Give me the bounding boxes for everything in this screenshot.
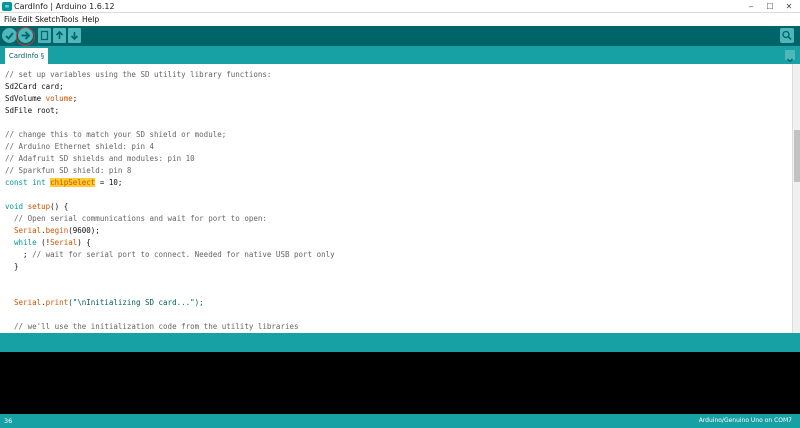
- minimize-icon[interactable]: ‒: [742, 0, 760, 13]
- verify-icon: [5, 32, 14, 40]
- console-output: [0, 352, 800, 414]
- board-port: Arduino/Genuino Uno on COM7: [698, 417, 792, 424]
- code-editor[interactable]: // set up variables using the SD utility…: [0, 64, 792, 333]
- tab-menu-button[interactable]: [785, 50, 795, 63]
- tab-cardinfo[interactable]: CardInfo §: [5, 48, 48, 64]
- editor-scrollbar[interactable]: [792, 64, 800, 333]
- scrollbar-thumb[interactable]: [794, 130, 800, 182]
- close-icon[interactable]: ✕: [780, 0, 798, 13]
- status-bar: 36 Arduino/Genuino Uno on COM7: [0, 414, 800, 428]
- window-title: CardInfo | Arduino 1.6.12: [14, 2, 115, 11]
- console-divider[interactable]: [0, 333, 800, 352]
- code-line: void setup() {: [5, 202, 69, 211]
- maximize-icon[interactable]: ☐: [761, 0, 779, 13]
- serial-monitor-button[interactable]: [780, 28, 794, 43]
- code-line: // Arduino Ethernet shield: pin 4: [5, 142, 155, 151]
- menu-tools[interactable]: Tools: [60, 13, 78, 26]
- verify-button[interactable]: [2, 28, 17, 43]
- save-icon: [70, 32, 79, 41]
- menu-bar: File Edit Sketch Tools Help: [0, 13, 800, 26]
- line-number: 36: [4, 417, 13, 425]
- code-line: while (!Serial) {: [14, 238, 91, 247]
- code-line: }: [5, 262, 19, 271]
- code-line: Sd2Card card;: [5, 82, 64, 91]
- upload-annotation-circle: [16, 27, 35, 46]
- code-line: Serial.begin(9600);: [14, 226, 100, 235]
- menu-edit[interactable]: Edit: [18, 13, 33, 26]
- menu-sketch[interactable]: Sketch: [35, 13, 60, 26]
- save-button[interactable]: [68, 28, 81, 43]
- code-line: // Open serial communications and wait f…: [5, 214, 267, 223]
- code-line: ; // wait for serial port to connect. Ne…: [5, 250, 335, 259]
- selected-identifier: chipSelect: [50, 178, 96, 187]
- open-button[interactable]: [53, 28, 66, 43]
- menu-file[interactable]: File: [4, 13, 17, 26]
- code-line: Serial.print("\nInitializing SD card..."…: [14, 298, 204, 307]
- code-line: SdVolume volume;: [5, 94, 78, 103]
- open-icon: [55, 30, 64, 39]
- arduino-icon: ∞: [2, 2, 12, 11]
- code-line: // Adafruit SD shields and modules: pin …: [5, 154, 195, 163]
- code-line: const int chipSelect = 10;: [5, 178, 123, 187]
- code-line: SdFile root;: [5, 106, 60, 115]
- new-button[interactable]: [38, 28, 51, 43]
- toolbar: [0, 26, 800, 46]
- new-icon: [40, 30, 49, 41]
- menu-help[interactable]: Help: [82, 13, 99, 26]
- code-line: // set up variables using the SD utility…: [5, 70, 272, 79]
- code-line: // change this to match your SD shield o…: [5, 130, 227, 139]
- code-line: // we'll use the initialization code fro…: [5, 322, 299, 331]
- code-line: // Sparkfun SD shield: pin 8: [5, 166, 132, 175]
- tab-bar: CardInfo §: [0, 46, 800, 64]
- serial-monitor-icon: [782, 30, 792, 41]
- title-bar: ∞ CardInfo | Arduino 1.6.12 ‒ ☐ ✕: [0, 0, 800, 13]
